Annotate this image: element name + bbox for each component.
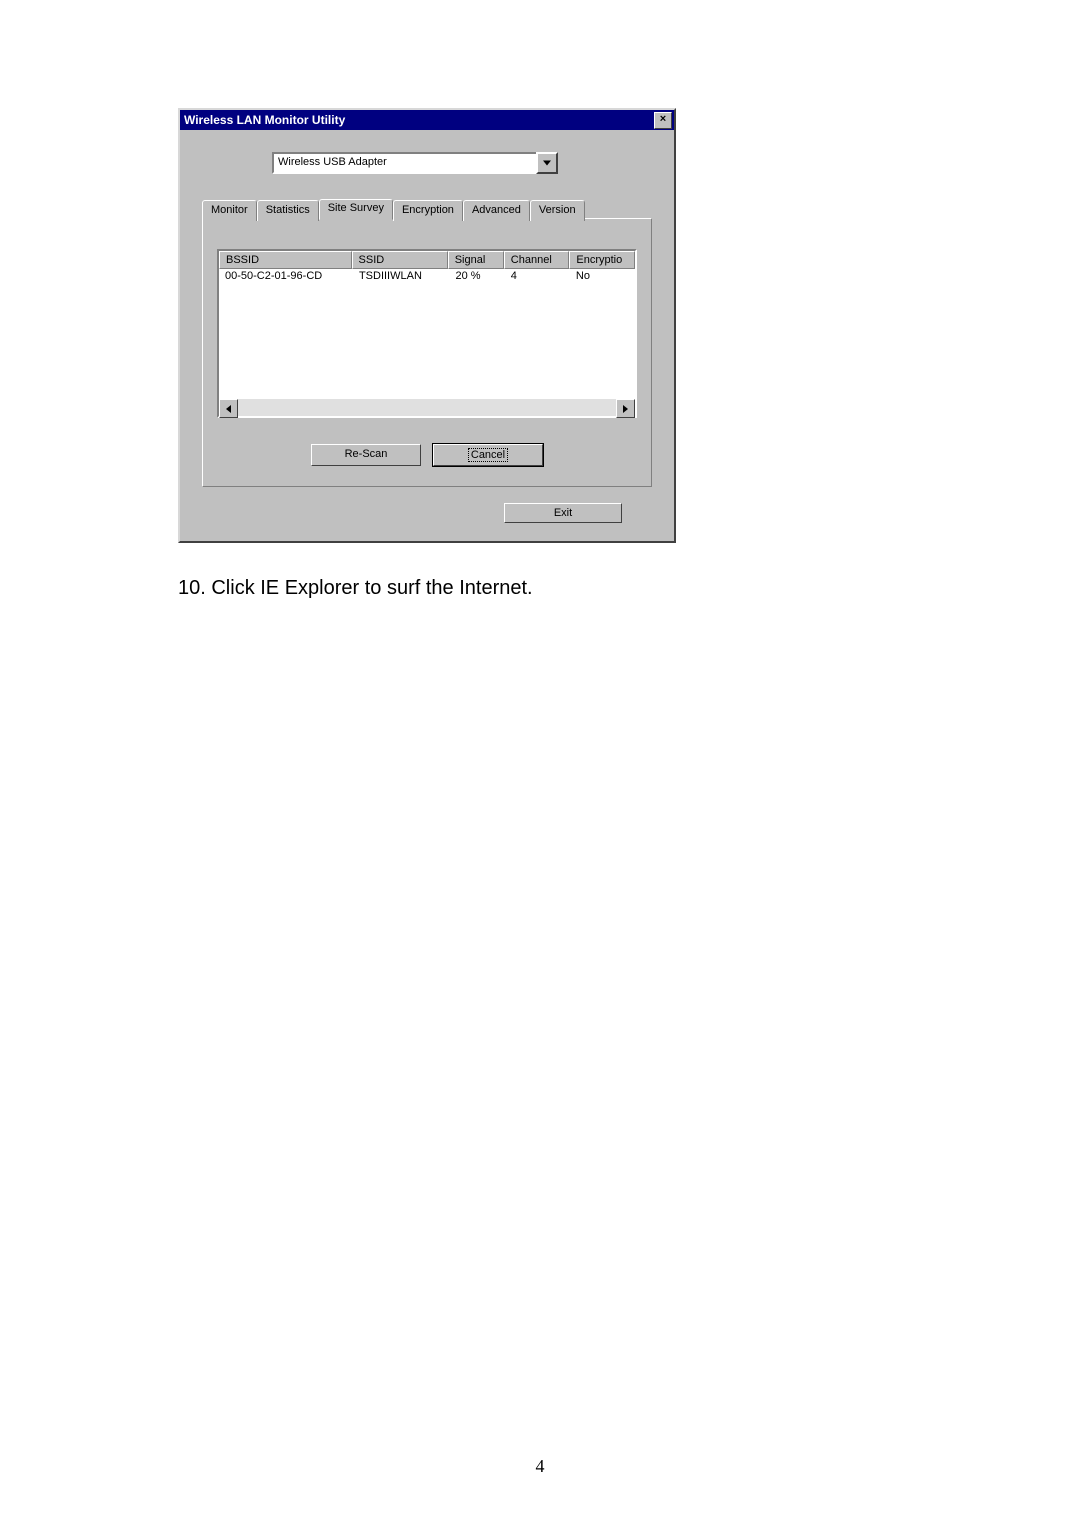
column-header-bssid[interactable]: BSSID bbox=[219, 251, 352, 269]
close-icon: × bbox=[660, 113, 666, 125]
tab-version[interactable]: Version bbox=[530, 200, 585, 221]
triangle-left-icon bbox=[226, 405, 231, 413]
page-number: 4 bbox=[0, 1456, 1080, 1477]
rescan-button[interactable]: Re-Scan bbox=[311, 444, 421, 466]
cell-ssid: TSDIIIWLAN bbox=[353, 269, 450, 283]
tab-site-survey[interactable]: Site Survey bbox=[319, 199, 393, 220]
tab-advanced[interactable]: Advanced bbox=[463, 200, 530, 221]
column-header-ssid[interactable]: SSID bbox=[352, 251, 448, 269]
document-page: Wireless LAN Monitor Utility × Wireless … bbox=[0, 0, 1080, 1525]
adapter-dropdown[interactable]: Wireless USB Adapter bbox=[272, 152, 558, 174]
dialog-body: Wireless USB Adapter Monitor Statistics … bbox=[180, 130, 674, 541]
tab-monitor[interactable]: Monitor bbox=[202, 200, 257, 221]
column-header-channel[interactable]: Channel bbox=[504, 251, 570, 269]
scroll-track[interactable] bbox=[238, 399, 616, 416]
triangle-right-icon bbox=[623, 405, 628, 413]
tab-control: Monitor Statistics Site Survey Encryptio… bbox=[202, 198, 652, 487]
tab-label: Encryption bbox=[402, 204, 454, 216]
listview-body: 00-50-C2-01-96-CD TSDIIIWLAN 20 % 4 No bbox=[219, 269, 635, 399]
titlebar: Wireless LAN Monitor Utility × bbox=[180, 110, 674, 130]
listview-header: BSSID SSID Signal Channel Encryptio bbox=[219, 251, 635, 269]
adapter-row: Wireless USB Adapter bbox=[200, 152, 654, 174]
tab-strip: Monitor Statistics Site Survey Encryptio… bbox=[202, 198, 652, 219]
tab-statistics[interactable]: Statistics bbox=[257, 200, 319, 221]
exit-button[interactable]: Exit bbox=[504, 503, 622, 523]
tab-label: Site Survey bbox=[328, 202, 384, 214]
exit-button-row: Exit bbox=[200, 487, 654, 523]
scroll-left-button[interactable] bbox=[219, 399, 238, 418]
scroll-right-button[interactable] bbox=[616, 399, 635, 418]
cell-channel: 4 bbox=[505, 269, 570, 283]
tab-label: Advanced bbox=[472, 204, 521, 216]
site-survey-listview[interactable]: BSSID SSID Signal Channel Encryptio 00-5… bbox=[217, 249, 637, 418]
horizontal-scrollbar[interactable] bbox=[219, 399, 635, 416]
cell-signal: 20 % bbox=[450, 269, 505, 283]
tab-label: Version bbox=[539, 204, 576, 216]
column-header-signal[interactable]: Signal bbox=[448, 251, 504, 269]
tab-label: Statistics bbox=[266, 204, 310, 216]
instruction-step-10: 10. Click IE Explorer to surf the Intern… bbox=[178, 577, 920, 600]
listview-row[interactable]: 00-50-C2-01-96-CD TSDIIIWLAN 20 % 4 No bbox=[219, 269, 635, 283]
button-label: Cancel bbox=[468, 448, 508, 462]
window-title: Wireless LAN Monitor Utility bbox=[184, 113, 654, 127]
column-header-encryption[interactable]: Encryptio bbox=[569, 251, 635, 269]
tab-label: Monitor bbox=[211, 204, 248, 216]
wireless-lan-dialog: Wireless LAN Monitor Utility × Wireless … bbox=[178, 108, 676, 543]
tab-button-row: Re-Scan Cancel bbox=[217, 444, 637, 466]
tab-page-site-survey: BSSID SSID Signal Channel Encryptio 00-5… bbox=[202, 218, 652, 487]
button-label: Exit bbox=[554, 507, 572, 519]
cancel-button[interactable]: Cancel bbox=[433, 444, 543, 466]
cell-encryption: No bbox=[570, 269, 635, 283]
close-button[interactable]: × bbox=[654, 112, 672, 129]
cell-bssid: 00-50-C2-01-96-CD bbox=[219, 269, 353, 283]
button-label: Re-Scan bbox=[345, 448, 388, 460]
dropdown-arrow-button[interactable] bbox=[536, 152, 558, 174]
tab-encryption[interactable]: Encryption bbox=[393, 200, 463, 221]
chevron-down-icon bbox=[543, 161, 551, 166]
adapter-dropdown-value: Wireless USB Adapter bbox=[272, 152, 538, 174]
